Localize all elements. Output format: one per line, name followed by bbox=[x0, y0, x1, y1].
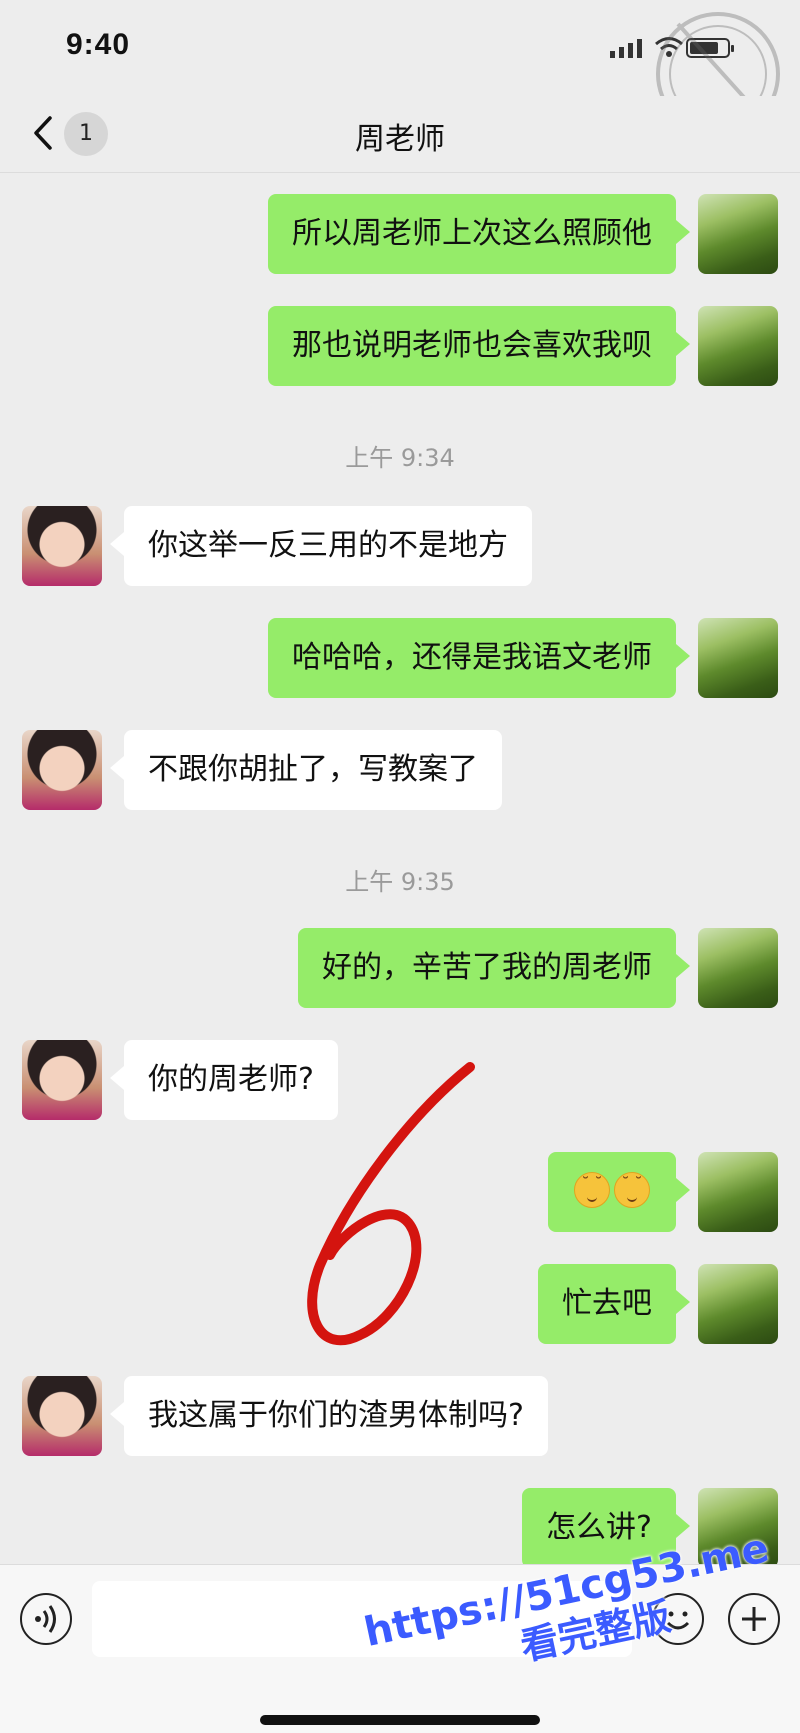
my-avatar[interactable] bbox=[698, 194, 778, 274]
message-bubble[interactable]: 不跟你胡扯了，写教案了 bbox=[110, 730, 502, 810]
message-bubble[interactable]: 好的，辛苦了我的周老师 bbox=[298, 928, 690, 1008]
my-avatar[interactable] bbox=[698, 1152, 778, 1232]
message-bubble[interactable]: 我这属于你们的渣男体制吗? bbox=[110, 1376, 548, 1456]
voice-icon bbox=[35, 1605, 56, 1633]
voice-button[interactable] bbox=[20, 1593, 72, 1645]
contact-avatar[interactable] bbox=[22, 1376, 102, 1456]
timestamp: 上午 9:35 bbox=[345, 868, 455, 896]
message-bubble[interactable]: 忙去吧 bbox=[538, 1264, 690, 1344]
timestamp: 上午 9:34 bbox=[345, 444, 455, 472]
emoji-message-bubble[interactable] bbox=[548, 1152, 690, 1232]
message-bubble[interactable]: 那也说明老师也会喜欢我呗 bbox=[268, 306, 690, 386]
contact-avatar[interactable] bbox=[22, 1040, 102, 1120]
message-outgoing: 那也说明老师也会喜欢我呗 bbox=[0, 306, 800, 386]
signal-icon bbox=[610, 39, 642, 58]
message-outgoing: 所以周老师上次这么照顾他 bbox=[0, 194, 800, 274]
message-list[interactable]: 所以周老师上次这么照顾他 那也说明老师也会喜欢我呗 上午 9:34 你这举一反三… bbox=[0, 172, 800, 1564]
relieved-face-emoji-icon bbox=[614, 1171, 650, 1208]
my-avatar[interactable] bbox=[698, 1264, 778, 1344]
message-outgoing: 好的，辛苦了我的周老师 bbox=[0, 928, 800, 1008]
message-bubble[interactable]: 哈哈哈，还得是我语文老师 bbox=[268, 618, 690, 698]
message-incoming: 不跟你胡扯了，写教案了 bbox=[0, 730, 800, 810]
relieved-face-emoji-icon bbox=[574, 1171, 610, 1208]
my-avatar[interactable] bbox=[698, 306, 778, 386]
my-avatar[interactable] bbox=[698, 928, 778, 1008]
status-time: 9:40 bbox=[66, 28, 131, 61]
contact-avatar[interactable] bbox=[22, 506, 102, 586]
contact-avatar[interactable] bbox=[22, 730, 102, 810]
chat-header: 1 周老师 bbox=[0, 96, 800, 173]
message-bubble[interactable]: 所以周老师上次这么照顾他 bbox=[268, 194, 690, 274]
message-bubble[interactable]: 你这举一反三用的不是地方 bbox=[110, 506, 532, 586]
chat-title: 周老师 bbox=[355, 122, 445, 157]
my-avatar[interactable] bbox=[698, 618, 778, 698]
message-incoming: 你这举一反三用的不是地方 bbox=[0, 506, 800, 586]
message-outgoing: 哈哈哈，还得是我语文老师 bbox=[0, 618, 800, 698]
handwritten-six-annotation bbox=[307, 1062, 475, 1346]
message-incoming: 我这属于你们的渣男体制吗? bbox=[0, 1376, 800, 1456]
